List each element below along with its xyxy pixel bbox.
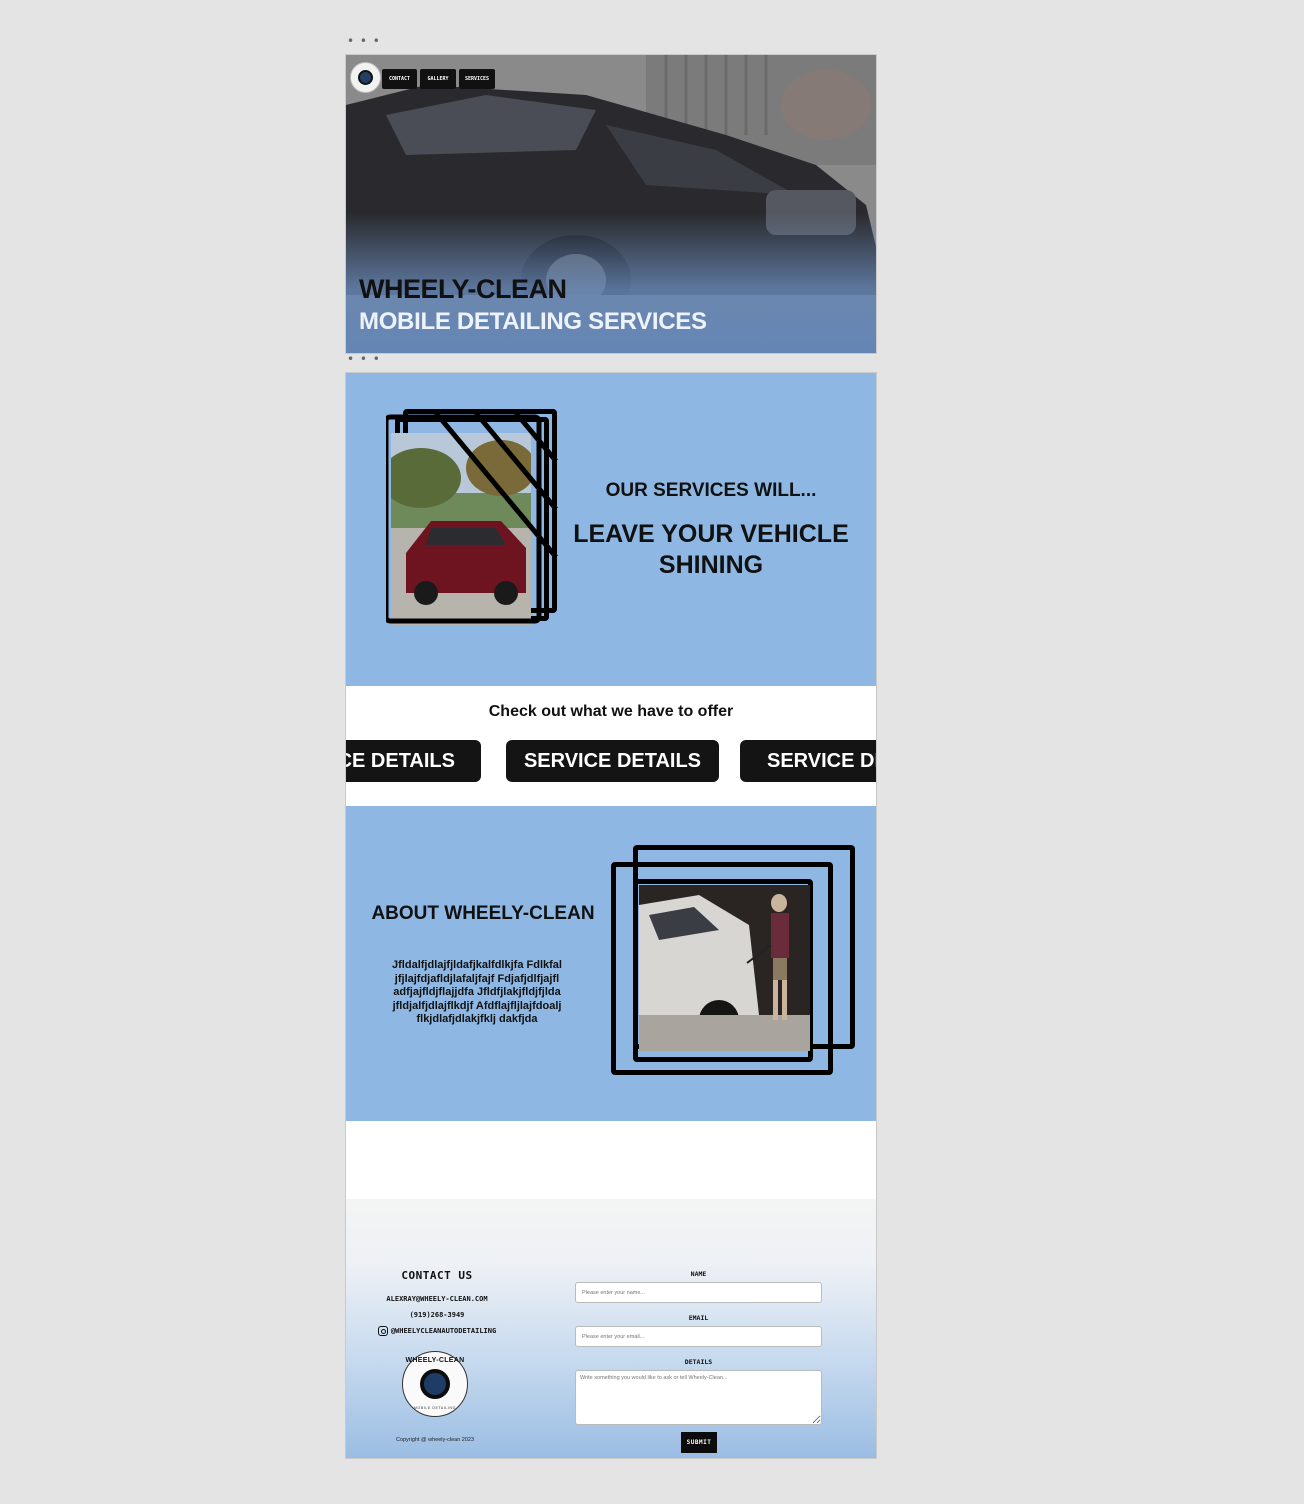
about-text: Jfldalfjdlajfjldafjkalfdlkjfa Fdlkfaljfj… [392,959,562,1025]
footer-section: CONTACT US ALEXRAY@WHEELY-CLEAN.COM (919… [346,1199,876,1458]
nav-bar: CONTACT GALLERY SERVICES [382,69,495,89]
contact-phone[interactable]: (919)268-3949 [346,1311,528,1319]
frame-options-dots[interactable]: • • • [347,35,381,47]
service-details-button[interactable]: SERVICE DETAILS [346,740,481,782]
details-textarea[interactable] [575,1370,822,1425]
name-label: NAME [690,1270,707,1278]
frame-stripes [386,411,558,624]
logo-bottom-text: MOBILE DETAILING [413,1406,456,1410]
submit-button[interactable]: SUBMIT [681,1432,717,1453]
hero-section: CONTACT GALLERY SERVICES WHEELY-CLEAN MO… [345,54,877,354]
instagram-icon [377,1326,388,1336]
services-headline: LEAVE YOUR VEHICLE SHINING [573,520,849,579]
contact-title: CONTACT US [401,1269,473,1282]
about-title: ABOUT WHEELY-CLEAN [371,903,595,924]
nav-services-button[interactable]: SERVICES [459,69,495,89]
offer-title: Check out what we have to offer [488,703,734,720]
about-section: ABOUT WHEELY-CLEAN Jfldalfjdlajfjldafjka… [346,806,876,1121]
tire-icon [420,1369,450,1399]
instagram-handle: @WHEELYCLEANAUTODETAILING [390,1327,497,1335]
service-details-label: SERVICE DETAILS [523,749,702,772]
details-label: DETAILS [684,1358,713,1366]
services-intro: OUR SERVICES WILL... [605,480,817,501]
nav-gallery-button[interactable]: GALLERY [420,69,456,89]
hero-title: WHEELY-CLEAN [359,274,567,304]
service-details-label: SERVICE DETAILS [767,749,876,772]
service-details-label: SERVICE DETAILS [346,749,455,772]
logo-top-text: WHEELY-CLEAN [405,1357,465,1364]
footer-logo: WHEELY-CLEAN MOBILE DETAILING [402,1351,468,1417]
tire-icon [358,70,373,85]
service-details-button[interactable]: SERVICE DETAILS [506,740,719,782]
services-section: OUR SERVICES WILL... LEAVE YOUR VEHICLE … [346,373,876,686]
hero-subtitle: MOBILE DETAILING SERVICES [359,308,707,335]
blank-section [346,1121,876,1199]
email-input[interactable] [575,1326,822,1347]
main-page-frame: OUR SERVICES WILL... LEAVE YOUR VEHICLE … [345,372,877,1459]
service-details-button[interactable]: SERVICE DETAILS [740,740,876,782]
copyright: Copyright @ wheely-clean 2023 [395,1437,475,1443]
washing-car-photo [639,885,810,1051]
email-label: EMAIL [688,1314,709,1322]
logo-small[interactable] [350,62,381,93]
contact-email[interactable]: ALEXRAY@WHEELY-CLEAN.COM [346,1295,528,1303]
offer-section: Check out what we have to offer SERVICE … [346,686,876,806]
nav-contact-button[interactable]: CONTACT [382,69,417,89]
name-input[interactable] [575,1282,822,1303]
frame-options-dots[interactable]: • • • [347,353,381,365]
contact-instagram[interactable]: @WHEELYCLEANAUTODETAILING [346,1326,528,1336]
